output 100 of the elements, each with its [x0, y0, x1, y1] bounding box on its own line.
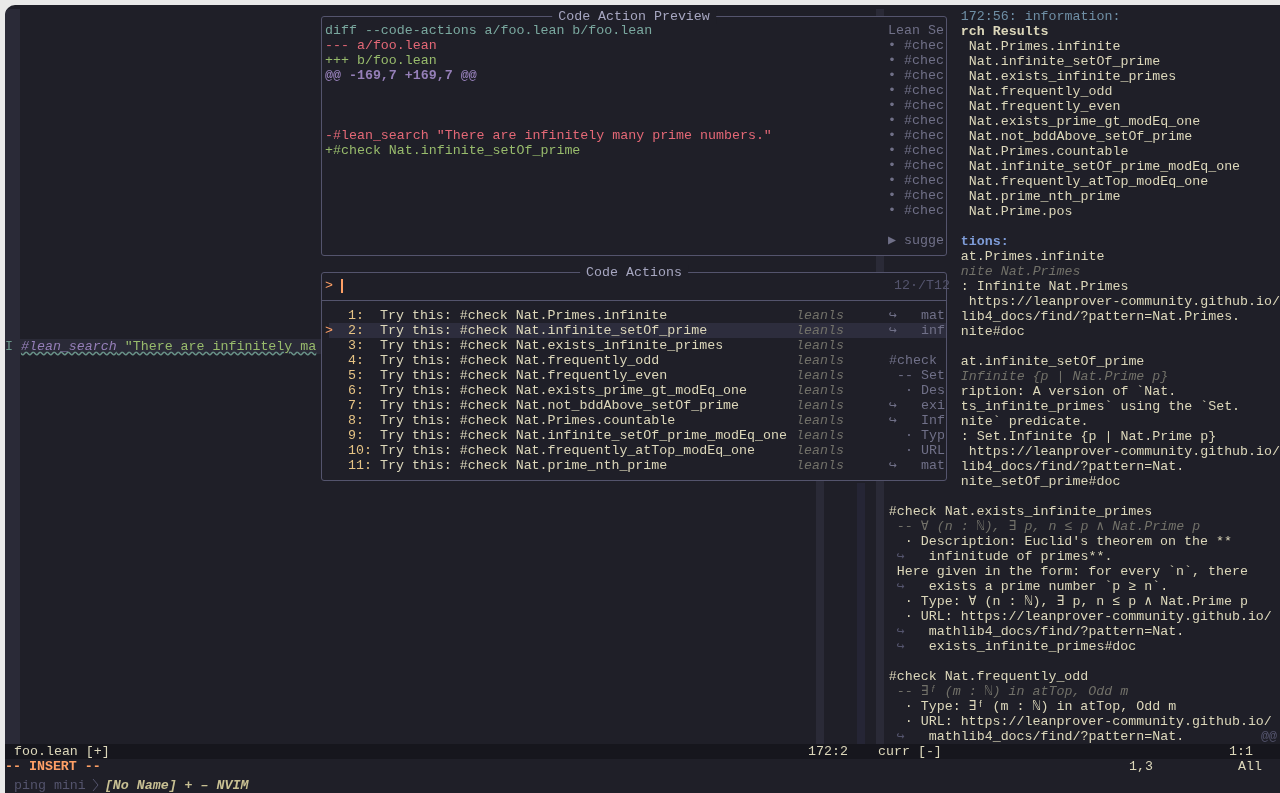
file-name: foo.lean [+] — [14, 744, 110, 759]
faded-text: • #chec — [888, 38, 944, 53]
code-action-item[interactable]: 4: Try this: #check Nat.frequently_odd leanls #check — [329, 353, 946, 368]
faded-text: • #chec — [888, 83, 944, 98]
code-action-item[interactable]: 6: Try this: #check Nat.exists_prime_gt_modEq_one leanls · Des — [329, 383, 946, 398]
faded-text: · Des — [903, 383, 945, 398]
info-text: nite#doc — [960, 324, 1025, 339]
item-number: 7: — [348, 398, 365, 413]
item-source: leanls — [796, 383, 844, 398]
item-title: Try this: #check Nat.frequently_atTop_modEq_one — [380, 443, 757, 458]
item-source: leanls — [796, 428, 844, 443]
info-text: nite Nat.Primes — [960, 264, 1081, 279]
item-source: leanls — [796, 458, 844, 473]
info-text: · Description: Euclid's theorem on the ** — [903, 534, 1232, 549]
info-text: exists a prime number `p ≥ n`. — [928, 579, 1169, 594]
info-text: Nat.exists_infinite_primes — [967, 69, 1177, 84]
diff-line: -#lean_search "There are infinitely many prime numbers." — [325, 128, 772, 143]
faded-text: ↪ mat — [889, 308, 945, 323]
info-text: #check Nat.exists_infinite_primes — [888, 504, 1153, 519]
faded-text: • #chec — [888, 53, 944, 68]
item-title: Try this: #check Nat.not_bddAbove_setOf_prime — [380, 398, 741, 413]
diff-line: --- a/foo.lean — [325, 38, 437, 53]
wrap-icon: ↪ — [896, 579, 905, 594]
code-action-item[interactable]: 9: Try this: #check Nat.infinite_setOf_prime_modEq_one leanls · Typ — [329, 428, 946, 443]
item-source: leanls — [796, 308, 844, 323]
info-text: #check Nat.frequently_odd — [888, 669, 1089, 684]
info-text: https://leanprover-community.github.io/ — [967, 444, 1280, 459]
info-text: nite` predicate. — [960, 414, 1089, 429]
info-text: lib4_docs/find/?pattern=Nat.Primes. — [960, 309, 1241, 324]
item-number: 3: — [348, 338, 365, 353]
item-source: leanls — [796, 338, 844, 353]
info-text: Nat.not_bddAbove_setOf_prime — [967, 129, 1193, 144]
info-text: ts_infinite_primes` using the `Set. — [960, 399, 1241, 414]
faded-text: • #chec — [888, 173, 944, 188]
faded-text: • #chec — [888, 188, 944, 203]
item-number: 11: — [348, 458, 373, 473]
window-title: [No Name] + – NVIM — [104, 778, 249, 793]
info-text: lib4_docs/find/?pattern=Nat. — [960, 459, 1185, 474]
diagnostic-sign: I — [5, 339, 13, 354]
info-text: · URL: https://leanprover-community.github.io/ — [903, 609, 1272, 624]
item-title: Try this: #check Nat.exists_infinite_primes — [380, 338, 725, 353]
info-text: Nat.Primes.countable — [967, 144, 1129, 159]
faded-text: • #chec — [888, 203, 944, 218]
search-field[interactable]: > — [325, 278, 885, 293]
info-text: Nat.Primes.infinite — [967, 39, 1121, 54]
item-source: leanls — [796, 353, 844, 368]
info-text: : Set.Infinite {p | Nat.Prime p} — [960, 429, 1217, 444]
wrap-icon: ↪ — [896, 549, 905, 564]
item-number: 2: — [348, 323, 365, 338]
diff-line: +#check Nat.infinite_setOf_prime — [325, 143, 581, 158]
code-action-item[interactable]: 11: Try this: #check Nat.prime_nth_prime leanls ↪ mat — [329, 458, 946, 473]
code-action-item[interactable]: 7: Try this: #check Nat.not_bddAbove_setOf_prime leanls ↪ exi — [329, 398, 946, 413]
info-text: at.Primes.infinite — [960, 249, 1105, 264]
item-source: leanls — [796, 368, 844, 383]
info-text: rch Results — [960, 24, 1049, 39]
info-text: exists_infinite_primes#doc — [928, 639, 1137, 654]
code-action-item[interactable]: 3: Try this: #check Nat.exists_infinite_primes leanls — [329, 338, 946, 353]
info-text: Nat.infinite_setOf_prime_modEq_one — [967, 159, 1241, 174]
chevron-icon — [91, 778, 99, 792]
code-action-item[interactable]: 5: Try this: #check Nat.frequently_even leanls -- Set — [329, 368, 946, 383]
code-keyword: #lean_search — [21, 339, 117, 354]
item-source: leanls — [796, 443, 844, 458]
info-text: Here given in the form: for every `n`, there — [895, 564, 1248, 579]
item-source: leanls — [796, 413, 844, 428]
item-number: 6: — [348, 383, 365, 398]
info-heading: 172:56: information: — [960, 9, 1121, 24]
wrap-icon: ↪ — [896, 729, 905, 744]
item-title: Try this: #check Nat.prime_nth_prime — [380, 458, 669, 473]
info-text: mathlib4_docs/find/?pattern=Nat. — [928, 624, 1185, 639]
info-text: Nat.exists_prime_gt_modEq_one — [967, 114, 1201, 129]
diff-line: @@ -169,7 +169,7 @@ — [325, 68, 477, 83]
faded-text: ↪ Inf — [889, 413, 945, 428]
info-text: at.infinite_setOf_prime — [960, 354, 1145, 369]
faded-text: • #chec — [888, 158, 944, 173]
code-action-item[interactable]: 8: Try this: #check Nat.Primes.countable leanls ↪ Inf — [329, 413, 946, 428]
code-action-item[interactable]: 1: Try this: #check Nat.Primes.infinite leanls ↪ mat — [329, 308, 946, 323]
faded-text: · Typ — [903, 428, 945, 443]
item-source: leanls — [796, 398, 844, 413]
mode-indicator: -- INSERT -- — [5, 759, 102, 774]
info-text: : Infinite Nat.Primes — [960, 279, 1129, 294]
overflow-marker: @@ — [1261, 729, 1277, 744]
item-title: Try this: #check Nat.frequently_even — [380, 368, 669, 383]
item-number: 5: — [348, 368, 365, 383]
scroll-position: All — [1238, 759, 1262, 774]
session-name: ping mini — [14, 778, 86, 793]
item-number: 8: — [348, 413, 365, 428]
info-text: Nat.frequently_atTop_modEq_one — [967, 174, 1209, 189]
item-title: Try this: #check Nat.Primes.infinite — [380, 308, 669, 323]
info-text: mathlib4_docs/find/?pattern=Nat. — [928, 729, 1185, 744]
info-text: nite_setOf_prime#doc — [960, 474, 1121, 489]
code-action-item[interactable]: 10: Try this: #check Nat.frequently_atTop_modEq_one leanls · URL — [329, 443, 946, 458]
faded-text: • #chec — [888, 113, 944, 128]
info-text: Nat.frequently_odd — [967, 84, 1113, 99]
item-number: 10: — [348, 443, 373, 458]
scrollbar[interactable] — [816, 480, 824, 744]
scrollbar[interactable] — [857, 483, 865, 744]
item-title: Try this: #check Nat.exists_prime_gt_modEq_one — [380, 383, 749, 398]
faded-text: • #chec — [888, 143, 944, 158]
item-number: 4: — [348, 353, 365, 368]
info-text: infinitude of primes**. — [928, 549, 1113, 564]
